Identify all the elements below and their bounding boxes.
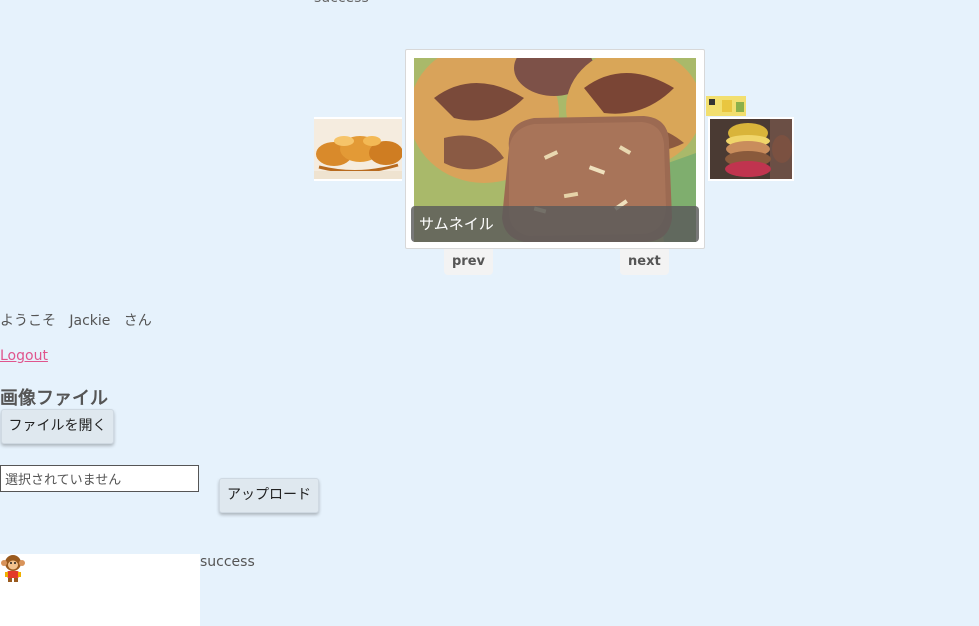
carousel-thumbnail-small[interactable] xyxy=(706,96,746,116)
user-name: Jackie xyxy=(69,313,111,329)
upload-button[interactable]: アップロード xyxy=(219,478,319,513)
selected-file-field[interactable] xyxy=(0,465,199,492)
macaron-image xyxy=(710,119,792,179)
carousel-caption: サムネイル xyxy=(411,206,699,242)
upload-section-title: 画像ファイル xyxy=(0,388,108,409)
pastry-image xyxy=(314,119,402,179)
carousel-main-slide[interactable]: サムネイル xyxy=(405,49,705,249)
monkey-icon xyxy=(1,555,25,582)
welcome-message: ようこそ Jackie さん xyxy=(0,310,152,330)
thumbnail-small-image xyxy=(706,96,746,116)
open-file-button[interactable]: ファイルを開く xyxy=(1,409,114,444)
carousel-thumbnail-right[interactable] xyxy=(708,117,794,181)
welcome-prefix: ようこそ xyxy=(0,313,56,329)
uploaded-image-preview xyxy=(0,554,200,626)
logout-link[interactable]: Logout xyxy=(0,348,48,364)
welcome-suffix: さん xyxy=(123,313,152,329)
carousel-thumbnail-left[interactable] xyxy=(314,117,402,181)
carousel-prev-button[interactable]: prev xyxy=(444,249,494,275)
image-carousel: サムネイル prev next xyxy=(0,0,979,290)
upload-result-status: success xyxy=(200,554,255,570)
carousel-next-button[interactable]: next xyxy=(620,249,669,275)
